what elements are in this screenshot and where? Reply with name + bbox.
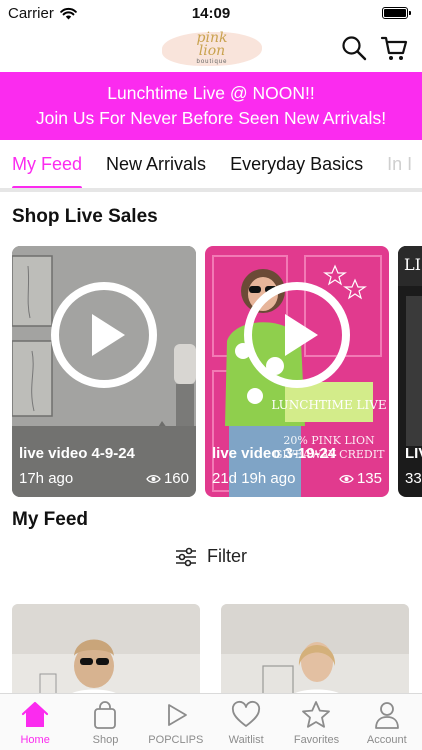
status-bar: Carrier 14:09	[0, 0, 422, 26]
live-sales-carousel: live video 4-9-24 17h ago 160 LUNCHTIME …	[12, 246, 422, 497]
person-icon	[374, 702, 399, 729]
nav-label: Shop	[92, 734, 119, 746]
shop-live-title: Shop Live Sales	[12, 206, 158, 227]
view-count: 135	[356, 470, 382, 487]
live-card[interactable]: LUNCHTIME LIVE 20% PINK LION GIVEAWAY CR…	[205, 246, 389, 497]
status-left: Carrier	[8, 5, 77, 22]
thumbnail-overlay-title: LUNCHTIME LIVE	[271, 398, 386, 412]
feed-card[interactable]	[221, 604, 409, 700]
promo-banner[interactable]: Lunchtime Live @ NOON!! Join Us For Neve…	[0, 72, 422, 140]
play-icon	[167, 704, 187, 726]
live-card-time: 21d 19h ago	[212, 470, 296, 487]
feed-thumbnail	[12, 604, 200, 700]
nav-waitlist[interactable]: Waitlist	[211, 694, 281, 750]
my-feed-title: My Feed	[12, 509, 89, 530]
battery-icon	[382, 7, 411, 19]
home-icon	[22, 701, 49, 727]
live-card-views: 135	[339, 470, 382, 487]
banner-line1: Lunchtime Live @ NOON!!	[107, 83, 315, 103]
banner-line2: Join Us For Never Before Seen New Arriva…	[35, 108, 387, 128]
thumbnail-overlay-title: LI	[404, 255, 421, 274]
app-header: pink lion boutique	[0, 26, 422, 72]
logo-subtitle: boutique	[196, 59, 228, 65]
live-card-title: live video 4-9-24	[19, 445, 135, 462]
view-count: 160	[163, 470, 189, 487]
nav-home[interactable]: Home	[0, 694, 70, 750]
live-card[interactable]: live video 4-9-24 17h ago 160	[12, 246, 196, 497]
bottom-tab-bar: Home Shop POPCLIPS Waitlist Favorites Ac…	[0, 693, 422, 750]
nav-label: Favorites	[293, 734, 340, 746]
live-card-title: LIV	[405, 445, 422, 462]
search-icon[interactable]	[340, 34, 368, 62]
tab-partial[interactable]: In I	[387, 140, 412, 188]
heart-icon	[232, 700, 261, 727]
feed-card[interactable]	[12, 604, 200, 700]
nav-account[interactable]: Account	[352, 694, 422, 750]
tab-my-feed[interactable]: My Feed	[12, 140, 83, 188]
star-icon	[302, 701, 331, 728]
cart-icon[interactable]	[380, 34, 408, 62]
live-card-title: live video 3-19-24	[212, 445, 337, 462]
filter-sliders-icon	[176, 547, 196, 566]
filter-button[interactable]: Filter	[0, 546, 422, 567]
tab-everyday-basics[interactable]: Everyday Basics	[230, 140, 363, 188]
play-video-icon[interactable]	[242, 280, 352, 390]
nav-label: POPCLIPS	[148, 734, 204, 746]
tab-new-arrivals[interactable]: New Arrivals	[106, 140, 206, 188]
category-tabs: My Feed New Arrivals Everyday Basics In …	[0, 140, 422, 192]
nav-popclips[interactable]: POPCLIPS	[141, 694, 211, 750]
nav-label: Waitlist	[228, 734, 264, 746]
wifi-icon	[60, 7, 77, 19]
carrier-label: Carrier	[8, 4, 54, 22]
eye-icon	[146, 474, 161, 483]
nav-shop[interactable]: Shop	[70, 694, 140, 750]
live-card-views: 160	[146, 470, 189, 487]
live-card[interactable]: LI LIV 33	[398, 246, 422, 497]
logo-line2: lion	[198, 43, 226, 59]
shopping-bag-icon	[94, 701, 117, 729]
boutique-logo[interactable]: pink lion boutique	[162, 30, 262, 68]
live-card-time: 33	[405, 470, 422, 487]
nav-label: Home	[20, 734, 50, 746]
eye-icon	[339, 474, 354, 483]
feed-thumbnail	[221, 604, 409, 700]
nav-favorites[interactable]: Favorites	[281, 694, 351, 750]
play-video-icon[interactable]	[49, 280, 159, 390]
filter-label: Filter	[207, 546, 247, 566]
live-card-time: 17h ago	[19, 470, 74, 487]
nav-label: Account	[366, 734, 407, 746]
